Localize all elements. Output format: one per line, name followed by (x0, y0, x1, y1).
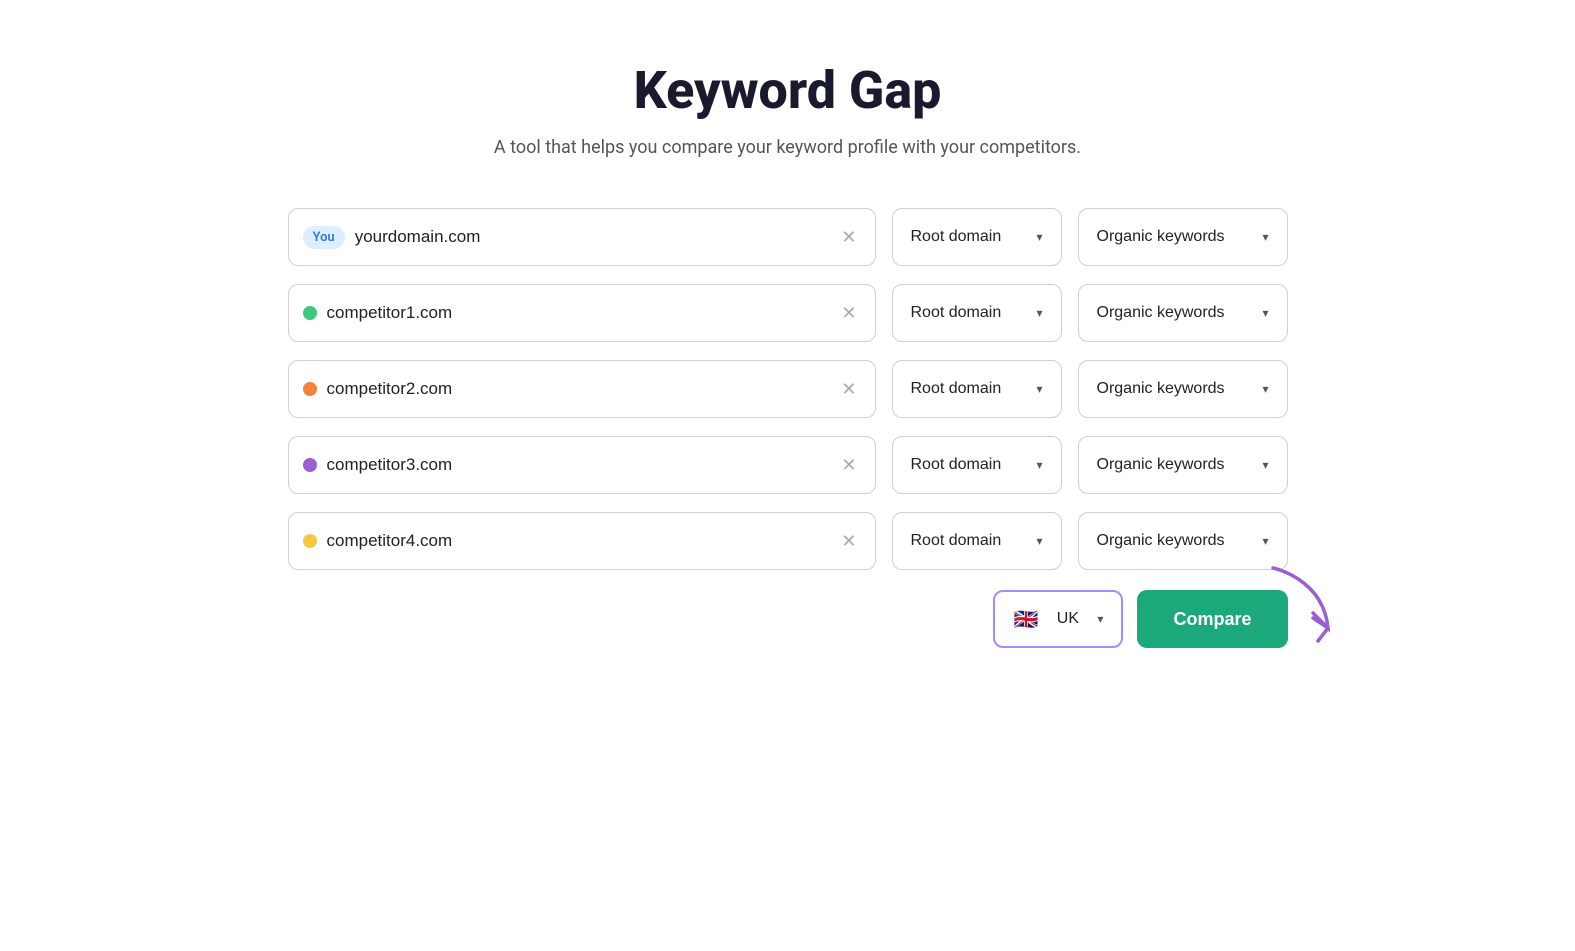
input-row-comp4: ✕ Root domain ▾ Organic keywords ▾ (288, 512, 1288, 570)
keyword-type-label-comp4: Organic keywords (1097, 532, 1225, 550)
root-domain-dropdown-you[interactable]: Root domain ▾ (892, 208, 1062, 266)
country-dropdown[interactable]: 🇬🇧 UK ▾ (993, 590, 1123, 648)
root-domain-chevron-comp2: ▾ (1036, 382, 1042, 396)
root-domain-label-comp2: Root domain (911, 380, 1002, 398)
keyword-type-label-comp3: Organic keywords (1097, 456, 1225, 474)
domain-wrapper-comp2: ✕ (288, 360, 876, 418)
dot-comp1 (303, 306, 317, 320)
dot-comp2 (303, 382, 317, 396)
root-domain-dropdown-comp1[interactable]: Root domain ▾ (892, 284, 1062, 342)
root-domain-dropdown-comp3[interactable]: Root domain ▾ (892, 436, 1062, 494)
keyword-type-chevron-comp2: ▾ (1262, 382, 1268, 396)
input-row-comp3: ✕ Root domain ▾ Organic keywords ▾ (288, 436, 1288, 494)
rows-container: You ✕ Root domain ▾ Organic keywords ▾ ✕ Root d… (288, 208, 1288, 570)
keyword-type-dropdown-you[interactable]: Organic keywords ▾ (1078, 208, 1288, 266)
root-domain-label-comp1: Root domain (911, 304, 1002, 322)
country-flag: 🇬🇧 (1013, 607, 1038, 632)
keyword-type-dropdown-comp2[interactable]: Organic keywords ▾ (1078, 360, 1288, 418)
domain-wrapper-comp3: ✕ (288, 436, 876, 494)
bottom-row: 🇬🇧 UK ▾ Compare (288, 590, 1288, 648)
domain-input-comp3[interactable] (327, 455, 828, 475)
you-badge: You (303, 226, 345, 249)
keyword-type-label-you: Organic keywords (1097, 228, 1225, 246)
keyword-type-dropdown-comp1[interactable]: Organic keywords ▾ (1078, 284, 1288, 342)
page-subtitle: A tool that helps you compare your keywo… (494, 137, 1081, 158)
root-domain-label-comp3: Root domain (911, 456, 1002, 474)
country-label: UK (1057, 610, 1079, 628)
domain-input-comp4[interactable] (327, 531, 828, 551)
keyword-type-label-comp2: Organic keywords (1097, 380, 1225, 398)
clear-button-comp4[interactable]: ✕ (837, 528, 860, 554)
clear-button-you[interactable]: ✕ (837, 224, 860, 250)
keyword-type-label-comp1: Organic keywords (1097, 304, 1225, 322)
keyword-type-chevron-you: ▾ (1262, 230, 1268, 244)
root-domain-label-you: Root domain (911, 228, 1002, 246)
country-chevron-icon: ▾ (1097, 612, 1103, 626)
keyword-type-chevron-comp4: ▾ (1262, 534, 1268, 548)
domain-wrapper-comp1: ✕ (288, 284, 876, 342)
input-row-comp1: ✕ Root domain ▾ Organic keywords ▾ (288, 284, 1288, 342)
domain-input-comp2[interactable] (327, 379, 828, 399)
domain-input-you[interactable] (355, 227, 828, 247)
keyword-type-dropdown-comp4[interactable]: Organic keywords ▾ (1078, 512, 1288, 570)
dot-comp3 (303, 458, 317, 472)
page-title: Keyword Gap (634, 60, 942, 121)
keyword-type-chevron-comp1: ▾ (1262, 306, 1268, 320)
root-domain-chevron-comp1: ▾ (1036, 306, 1042, 320)
keyword-type-dropdown-comp3[interactable]: Organic keywords ▾ (1078, 436, 1288, 494)
clear-button-comp2[interactable]: ✕ (837, 376, 860, 402)
clear-button-comp3[interactable]: ✕ (837, 452, 860, 478)
root-domain-label-comp4: Root domain (911, 532, 1002, 550)
root-domain-chevron-you: ▾ (1036, 230, 1042, 244)
input-row-comp2: ✕ Root domain ▾ Organic keywords ▾ (288, 360, 1288, 418)
domain-wrapper-comp4: ✕ (288, 512, 876, 570)
page-container: Keyword Gap A tool that helps you compar… (288, 60, 1288, 648)
root-domain-dropdown-comp4[interactable]: Root domain ▾ (892, 512, 1062, 570)
compare-wrapper: Compare (1137, 590, 1287, 648)
domain-wrapper-you: You ✕ (288, 208, 876, 266)
root-domain-dropdown-comp2[interactable]: Root domain ▾ (892, 360, 1062, 418)
clear-button-comp1[interactable]: ✕ (837, 300, 860, 326)
root-domain-chevron-comp3: ▾ (1036, 458, 1042, 472)
root-domain-chevron-comp4: ▾ (1036, 534, 1042, 548)
arrow-decoration (1263, 558, 1343, 668)
keyword-type-chevron-comp3: ▾ (1262, 458, 1268, 472)
input-row-you: You ✕ Root domain ▾ Organic keywords ▾ (288, 208, 1288, 266)
domain-input-comp1[interactable] (327, 303, 828, 323)
dot-comp4 (303, 534, 317, 548)
